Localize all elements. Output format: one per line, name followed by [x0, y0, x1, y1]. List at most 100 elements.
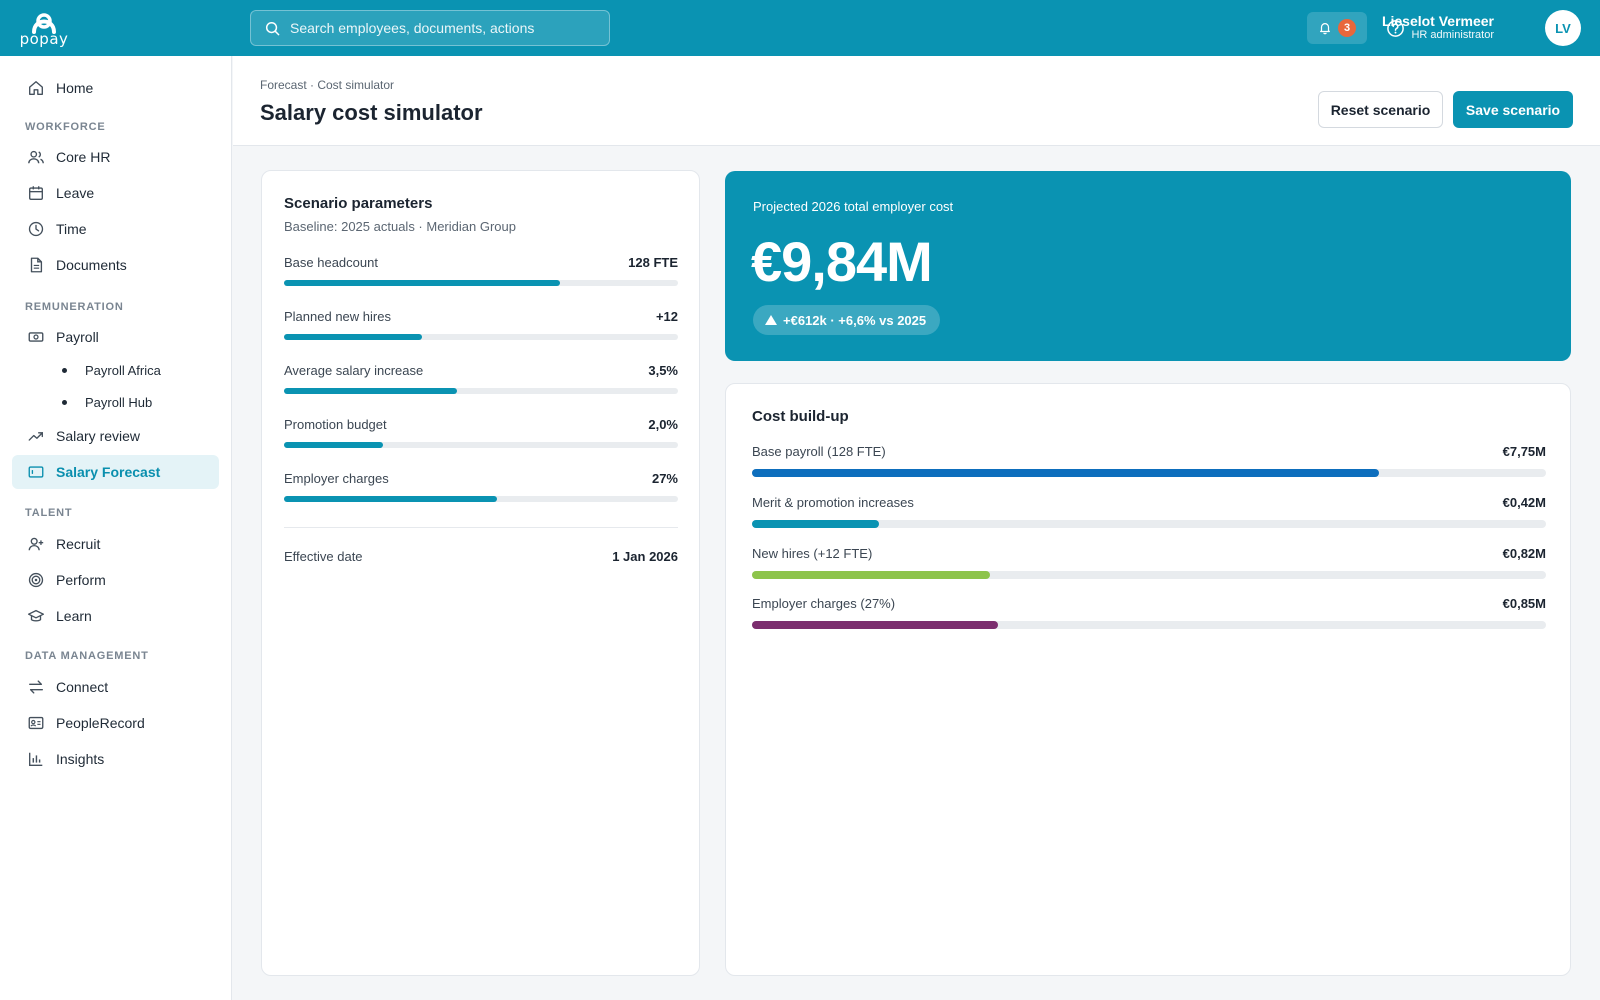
breadcrumb[interactable]: Forecast · Cost simulator — [260, 78, 394, 92]
app-logo[interactable]: popay — [0, 0, 88, 56]
global-search[interactable] — [250, 10, 610, 46]
param-slider-fill — [284, 334, 422, 340]
buildup-bar-track — [752, 520, 1546, 528]
param-base-headcount[interactable]: Base headcount 128 FTE — [284, 255, 678, 286]
page-title: Salary cost simulator — [260, 100, 483, 125]
page-header: Forecast · Cost simulator Salary cost si… — [233, 56, 1600, 146]
buildup-bar-track — [752, 571, 1546, 579]
sidebar: Home WORKFORCE Core HR Leave Time Docume… — [0, 56, 232, 1000]
sidebar-item-label: Salary Forecast — [56, 464, 161, 480]
sidebar-item-perform[interactable]: Perform — [12, 563, 219, 597]
home-icon — [26, 78, 46, 98]
buildup-row-employer-charges: Employer charges (27%) €0,85M — [752, 596, 1546, 629]
sidebar-item-label: Leave — [56, 185, 95, 201]
sidebar-item-core-hr[interactable]: Core HR — [12, 140, 219, 174]
scenario-parameters-card: Scenario parameters Baseline: 2025 actua… — [261, 170, 700, 976]
param-slider-track[interactable] — [284, 334, 678, 340]
param-planned-new-hires[interactable]: Planned new hires +12 — [284, 309, 678, 340]
param-label: Promotion budget — [284, 417, 387, 432]
param-slider-fill — [284, 496, 497, 502]
sidebar-item-label: Documents — [56, 257, 127, 273]
sidebar-item-payroll[interactable]: Payroll — [12, 320, 219, 354]
param-value: 2,0% — [648, 417, 678, 432]
sidebar-item-payroll-hub[interactable]: Payroll Hub — [12, 385, 219, 419]
clock-icon — [26, 219, 46, 239]
avatar[interactable]: LV — [1545, 10, 1581, 46]
buildup-row-new-hires: New hires (+12 FTE) €0,82M — [752, 546, 1546, 579]
buildup-value: €0,42M — [1502, 495, 1546, 510]
projected-cost-delta: +€612k · +6,6% vs 2025 — [753, 305, 941, 335]
sidebar-item-learn[interactable]: Learn — [12, 599, 219, 633]
param-slider-track[interactable] — [284, 496, 678, 502]
buildup-value: €0,82M — [1502, 546, 1546, 561]
param-value: +12 — [655, 309, 678, 324]
reset-scenario-button[interactable]: Reset scenario — [1318, 91, 1443, 128]
bullet-icon — [62, 367, 67, 373]
divider — [284, 527, 678, 528]
save-scenario-button[interactable]: Save scenario — [1453, 91, 1573, 128]
document-icon — [26, 255, 46, 275]
sidebar-item-label: Payroll Hub — [85, 394, 153, 410]
sidebar-item-label: Learn — [56, 608, 92, 624]
buildup-value: €0,85M — [1502, 596, 1546, 611]
param-slider-track[interactable] — [284, 442, 678, 448]
projected-cost-value: €9,84M — [751, 230, 933, 293]
swap-arrows-icon — [26, 677, 46, 697]
param-value: 27% — [651, 471, 678, 486]
buildup-bar-track — [752, 621, 1546, 629]
param-slider-fill — [284, 280, 560, 286]
sidebar-item-salary-forecast[interactable]: Salary Forecast — [12, 455, 219, 489]
sidebar-item-home[interactable]: Home — [12, 71, 219, 105]
sidebar-item-label: Core HR — [56, 149, 111, 165]
target-icon — [26, 570, 46, 590]
sidebar-item-payroll-africa[interactable]: Payroll Africa — [12, 353, 219, 387]
bar-chart-icon — [26, 749, 46, 769]
param-employer-charges[interactable]: Employer charges 27% — [284, 471, 678, 502]
param-label: Planned new hires — [284, 309, 391, 324]
logo-text: popay — [19, 29, 69, 48]
param-promotion-budget[interactable]: Promotion budget 2,0% — [284, 417, 678, 448]
sidebar-item-label: PeopleRecord — [56, 715, 145, 731]
sidebar-item-label: Perform — [56, 572, 106, 588]
buildup-title: Cost build-up — [752, 408, 849, 425]
user-info[interactable]: Lieselot Vermeer HR administrator — [1382, 13, 1494, 42]
buildup-row-merit-promotion: Merit & promotion increases €0,42M — [752, 495, 1546, 528]
section-remuneration: REMUNERATION — [25, 301, 124, 313]
sidebar-item-people-record[interactable]: PeopleRecord — [12, 706, 219, 740]
sidebar-item-salary-review[interactable]: Salary review — [12, 419, 219, 453]
calendar-icon — [26, 183, 46, 203]
param-slider-track[interactable] — [284, 280, 678, 286]
triangle-up-icon — [765, 315, 777, 325]
buildup-bar-fill — [752, 621, 999, 629]
param-label: Average salary increase — [284, 363, 424, 378]
delta-text: +€612k · +6,6% vs 2025 — [783, 312, 927, 328]
sidebar-item-recruit[interactable]: Recruit — [12, 527, 219, 561]
projected-cost-label: Projected 2026 total employer cost — [753, 199, 954, 214]
sidebar-item-label: Salary review — [56, 428, 141, 444]
user-name: Lieselot Vermeer — [1381, 13, 1494, 29]
sidebar-item-insights[interactable]: Insights — [12, 742, 219, 776]
buildup-bar-track — [752, 469, 1546, 477]
buildup-label: New hires (+12 FTE) — [752, 546, 873, 561]
section-workforce: WORKFORCE — [25, 121, 106, 133]
buildup-row-base-payroll: Base payroll (128 FTE) €7,75M — [752, 444, 1546, 477]
notifications-button[interactable]: 3 — [1307, 12, 1367, 44]
sidebar-item-connect[interactable]: Connect — [12, 670, 219, 704]
search-input[interactable] — [290, 20, 609, 36]
param-slider-track[interactable] — [284, 388, 678, 394]
sidebar-item-time[interactable]: Time — [12, 212, 219, 246]
sidebar-item-label: Payroll — [56, 329, 99, 345]
buildup-value: €7,75M — [1502, 444, 1546, 459]
section-data-management: DATA MANAGEMENT — [25, 650, 149, 662]
sidebar-item-documents[interactable]: Documents — [12, 248, 219, 282]
banknote-icon — [26, 327, 46, 347]
user-plus-icon — [26, 534, 46, 554]
forecast-card-icon — [26, 462, 46, 482]
sidebar-item-leave[interactable]: Leave — [12, 176, 219, 210]
sidebar-item-label: Connect — [56, 679, 109, 695]
buildup-label: Base payroll (128 FTE) — [752, 444, 886, 459]
param-average-salary-increase[interactable]: Average salary increase 3,5% — [284, 363, 678, 394]
bullet-icon — [62, 399, 67, 405]
buildup-label: Employer charges (27%) — [752, 596, 896, 611]
effective-date-row[interactable]: Effective date 1 Jan 2026 — [284, 549, 678, 564]
